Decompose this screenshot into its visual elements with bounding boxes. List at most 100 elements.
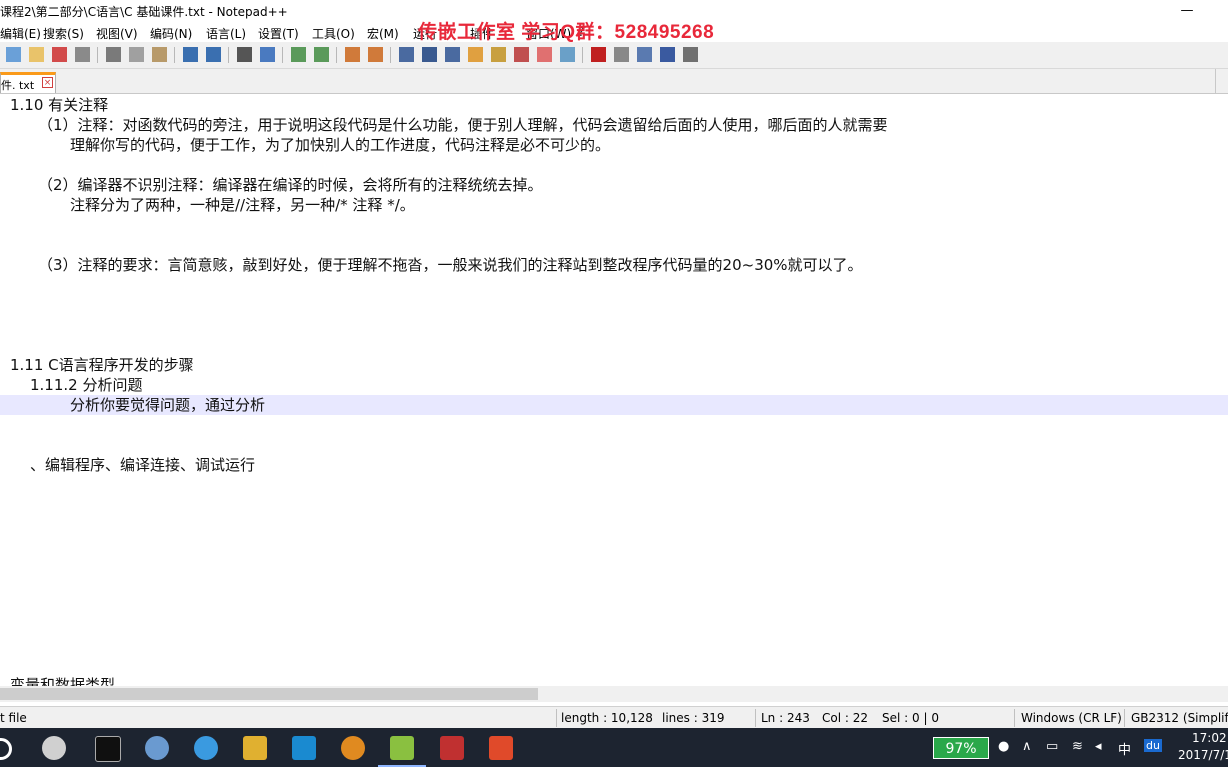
editor-line[interactable]: 、编辑程序、编译连接、调试运行	[0, 455, 1228, 475]
notepadpp-icon[interactable]	[390, 736, 414, 760]
editor-line[interactable]	[0, 295, 1228, 315]
menu-search[interactable]: 搜索(S)	[43, 25, 84, 42]
stop-macro-icon[interactable]	[614, 47, 629, 62]
editor-line[interactable]: 注释分为了两种，一种是//注释，另一种/* 注释 */。	[0, 195, 1228, 215]
minimize-button[interactable]: —	[1164, 0, 1210, 22]
show-all-chars-icon[interactable]	[422, 47, 437, 62]
editor-line[interactable]	[0, 415, 1228, 435]
microphone-icon[interactable]: ●	[998, 739, 1009, 754]
terminal-icon[interactable]	[95, 736, 121, 762]
file-explorer-icon[interactable]	[243, 736, 267, 760]
editor-line[interactable]	[0, 655, 1228, 675]
menu-macro[interactable]: 宏(M)	[367, 25, 399, 42]
word-wrap-icon[interactable]	[399, 47, 414, 62]
text-editor[interactable]: 1.10 有关注释 （1）注释：对函数代码的旁注，用于说明这段代码是什么功能，便于…	[0, 94, 1228, 686]
save-icon[interactable]	[52, 47, 67, 62]
close-icon[interactable]: ×	[42, 77, 53, 88]
wifi-icon[interactable]: ≋	[1072, 739, 1083, 754]
app-grid-icon[interactable]	[440, 736, 464, 760]
editor-line[interactable]	[0, 615, 1228, 635]
editor-line[interactable]	[0, 155, 1228, 175]
tab-c-basics-txt[interactable]: 件. txt ×	[0, 72, 56, 93]
clock-time[interactable]: 17:02	[1192, 731, 1227, 745]
replace-icon[interactable]	[260, 47, 275, 62]
current-line[interactable]: 分析你要觉得问题，通过分析	[0, 395, 1228, 415]
open-file-icon[interactable]	[29, 47, 44, 62]
status-separator	[755, 709, 756, 727]
menu-language[interactable]: 语言(L)	[206, 25, 246, 42]
editor-line[interactable]	[0, 635, 1228, 655]
editor-line[interactable]	[0, 575, 1228, 595]
zoom-in-icon[interactable]	[291, 47, 306, 62]
sync-vertical-icon[interactable]	[345, 47, 360, 62]
status-eol[interactable]: Windows (CR LF)	[1021, 711, 1122, 725]
redo-icon[interactable]	[206, 47, 221, 62]
ime-indicator[interactable]: 中	[1118, 739, 1131, 758]
menu-edit[interactable]: 编辑(E)	[0, 25, 41, 42]
menu-encoding[interactable]: 编码(N)	[150, 25, 192, 42]
status-separator	[1014, 709, 1015, 727]
user-language-icon[interactable]	[468, 47, 483, 62]
editor-line[interactable]: （2）编译器不识别注释：编译器在编译的时候，会将所有的注释统统去掉。	[0, 175, 1228, 195]
function-list-icon[interactable]	[514, 47, 529, 62]
menu-tools[interactable]: 工具(O)	[312, 25, 355, 42]
browser-icon[interactable]	[292, 736, 316, 760]
media-player-icon[interactable]	[341, 736, 365, 760]
status-lines: lines : 319	[662, 711, 725, 725]
editor-line[interactable]	[0, 515, 1228, 535]
editor-line[interactable]	[0, 475, 1228, 495]
copy-icon[interactable]	[129, 47, 144, 62]
power-icon[interactable]: ▭	[1046, 739, 1058, 754]
editor-line[interactable]	[0, 595, 1228, 615]
volume-icon[interactable]: ◂	[1095, 739, 1102, 754]
clion-icon[interactable]	[489, 736, 513, 760]
toolbar-separator	[228, 47, 229, 63]
status-encoding[interactable]: GB2312 (Simplifie	[1131, 711, 1228, 725]
monitoring-icon[interactable]	[560, 47, 575, 62]
doc-map-icon[interactable]	[491, 47, 506, 62]
editor-line[interactable]: 变量和数据类型	[0, 675, 1228, 686]
app-flower-icon[interactable]	[42, 736, 66, 760]
baidu-ime-icon[interactable]: du	[1144, 739, 1162, 752]
editor-line[interactable]: 1.11.2 分析问题	[0, 375, 1228, 395]
sync-horizontal-icon[interactable]	[368, 47, 383, 62]
scrollbar-thumb[interactable]	[0, 688, 538, 700]
editor-line[interactable]	[0, 535, 1228, 555]
undo-icon[interactable]	[183, 47, 198, 62]
cut-icon[interactable]	[106, 47, 121, 62]
record-macro-icon[interactable]	[591, 47, 606, 62]
new-file-icon[interactable]	[6, 47, 21, 62]
paint-icon[interactable]	[145, 736, 169, 760]
qq-icon[interactable]	[194, 736, 218, 760]
menu-settings[interactable]: 设置(T)	[258, 25, 299, 42]
window-title: 课程2\第二部分\C语言\C 基础课件.txt - Notepad++	[0, 5, 288, 19]
editor-line[interactable]: 理解你写的代码，便于工作，为了加快别人的工作进度，代码注释是必不可少的。	[0, 135, 1228, 155]
chevron-up-icon[interactable]: ∧	[1022, 739, 1032, 754]
indent-guide-icon[interactable]	[445, 47, 460, 62]
editor-line[interactable]	[0, 495, 1228, 515]
clock-date[interactable]: 2017/7/1	[1178, 748, 1228, 762]
editor-line[interactable]: 1.11 C语言程序开发的步骤	[0, 355, 1228, 375]
editor-line[interactable]	[0, 555, 1228, 575]
menu-view[interactable]: 视图(V)	[96, 25, 138, 42]
cortana-icon[interactable]	[0, 738, 12, 760]
save-macro-icon[interactable]	[683, 47, 698, 62]
editor-line[interactable]: 1.10 有关注释	[0, 95, 1228, 115]
editor-line[interactable]	[0, 235, 1228, 255]
editor-line[interactable]	[0, 315, 1228, 335]
editor-line[interactable]	[0, 435, 1228, 455]
find-icon[interactable]	[237, 47, 252, 62]
zoom-out-icon[interactable]	[314, 47, 329, 62]
play-macro-multiple-icon[interactable]	[660, 47, 675, 62]
play-macro-icon[interactable]	[637, 47, 652, 62]
editor-line[interactable]	[0, 215, 1228, 235]
editor-line[interactable]	[0, 335, 1228, 355]
battery-indicator[interactable]: 97%	[933, 737, 989, 759]
editor-line[interactable]: （3）注释的要求：言简意赅，敲到好处，便于理解不拖沓，一般来说我们的注释站到整改…	[0, 255, 1228, 275]
editor-line[interactable]	[0, 275, 1228, 295]
editor-line[interactable]: （1）注释：对函数代码的旁注，用于说明这段代码是什么功能，便于别人理解，代码会遗…	[0, 115, 1228, 135]
folder-workspace-icon[interactable]	[537, 47, 552, 62]
horizontal-scrollbar[interactable]	[0, 686, 1228, 702]
print-icon[interactable]	[75, 47, 90, 62]
paste-icon[interactable]	[152, 47, 167, 62]
